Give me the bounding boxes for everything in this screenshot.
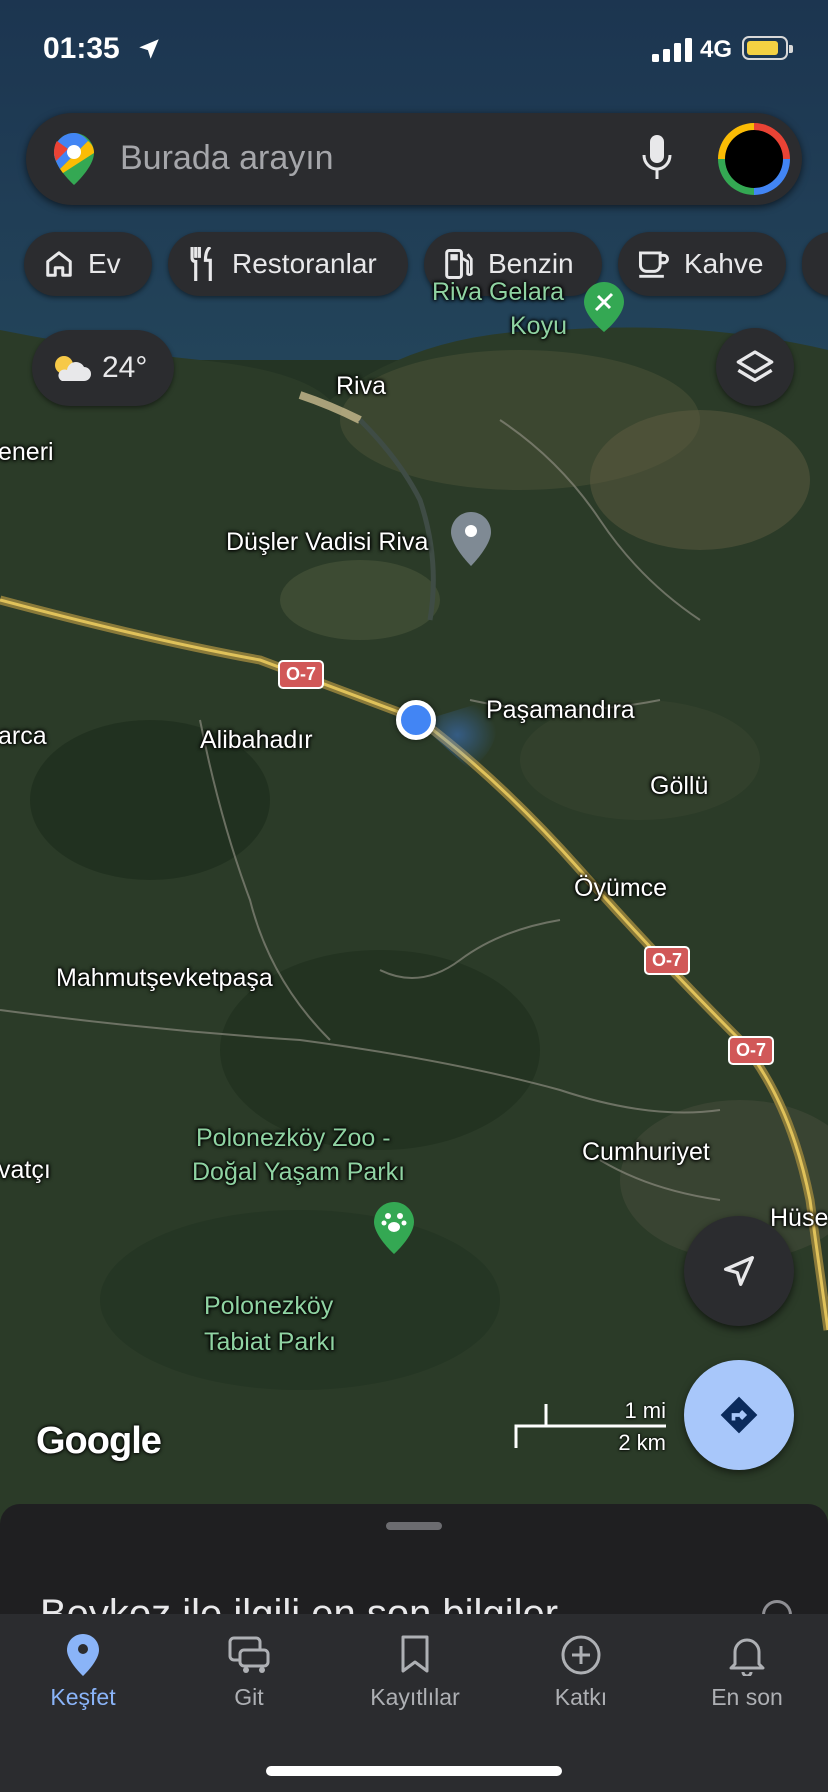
map-label-park[interactable]: Polonezköy: [204, 1292, 333, 1321]
chip-label: Ev: [88, 248, 121, 279]
tab-label: Kayıtlılar: [370, 1684, 460, 1710]
status-time: 01:35: [43, 32, 120, 65]
directions-icon: [720, 1396, 758, 1434]
sheet-drag-handle[interactable]: [386, 1522, 442, 1530]
battery-icon: [742, 36, 793, 60]
chip-label: Kahve: [684, 248, 764, 279]
zoo-pin-icon[interactable]: [374, 1202, 414, 1254]
home-indicator[interactable]: [266, 1766, 562, 1776]
tab-saved[interactable]: Kayıtlılar: [332, 1614, 498, 1724]
map-label-place[interactable]: Paşamandıra: [486, 696, 635, 725]
map-label-park[interactable]: Doğal Yaşam Parkı: [192, 1158, 405, 1187]
gas-station-icon: [445, 248, 473, 280]
road-shield: O-7: [644, 946, 691, 975]
my-location-button[interactable]: [684, 1216, 794, 1326]
chip-label: Restoranlar: [232, 248, 377, 279]
chip-home[interactable]: Ev: [24, 232, 152, 296]
map-label-place[interactable]: Alibahadır: [200, 726, 313, 755]
search-bar[interactable]: Burada arayın: [26, 113, 802, 205]
explore-pin-icon: [67, 1634, 99, 1676]
map-label-place[interactable]: arca: [0, 722, 47, 751]
chip-more[interactable]: [802, 232, 828, 296]
tab-label: Git: [234, 1684, 264, 1710]
weather-chip[interactable]: 24°: [32, 330, 174, 406]
car-icon: [228, 1636, 270, 1673]
map-label-place[interactable]: Göllü: [650, 772, 708, 801]
chip-label: Benzin: [488, 248, 574, 279]
tab-label: Katkı: [554, 1684, 608, 1710]
cellular-signal-icon: [652, 38, 692, 62]
google-watermark: Google: [36, 1420, 162, 1462]
bookmark-icon: [401, 1635, 429, 1673]
map-label-place[interactable]: eneri: [0, 438, 54, 467]
tab-updates[interactable]: En son: [664, 1614, 828, 1724]
road-shield: O-7: [278, 660, 325, 689]
map-label-place[interactable]: Mahmutşevketpaşa: [56, 964, 273, 993]
navigation-arrow-icon: [724, 1256, 754, 1286]
park-pin-icon[interactable]: [584, 282, 624, 332]
google-maps-logo-icon: [54, 133, 94, 185]
partly-cloudy-icon: [55, 356, 91, 381]
chip-restaurants[interactable]: Restoranlar: [168, 232, 408, 296]
tab-label: En son: [711, 1684, 783, 1710]
profile-avatar[interactable]: [718, 123, 790, 195]
map-label-place[interactable]: Koyu: [510, 312, 567, 341]
map-label-place[interactable]: Riva Gelara: [432, 278, 564, 307]
bottom-sheet[interactable]: Beykoz ile ilgili en son bilgiler: [0, 1504, 828, 1624]
coffee-icon: [638, 251, 669, 278]
directions-button[interactable]: [684, 1360, 794, 1470]
map-label-place[interactable]: Cumhuriyet: [582, 1138, 710, 1167]
chip-coffee[interactable]: Kahve: [618, 232, 786, 296]
tab-go[interactable]: Git: [166, 1614, 332, 1724]
plus-circle-icon: [561, 1635, 601, 1675]
tab-label: Keşfet: [50, 1684, 116, 1710]
category-chips: Ev Restoranlar Benzin Kahve: [0, 232, 828, 296]
weather-temperature: 24°: [102, 351, 148, 384]
tab-contribute[interactable]: Katkı: [498, 1614, 664, 1724]
location-arrow-icon: [139, 39, 159, 59]
map-label-place[interactable]: Hüse: [770, 1204, 828, 1233]
status-bar: 01:35 4G: [0, 0, 828, 100]
network-type: 4G: [700, 36, 733, 63]
place-pin-icon[interactable]: [451, 512, 491, 568]
map-label-park[interactable]: Polonezköy Zoo -: [196, 1124, 391, 1153]
tab-explore[interactable]: Keşfet: [0, 1614, 166, 1724]
user-location-dot[interactable]: [396, 700, 436, 740]
map-label-park[interactable]: Tabiat Parkı: [204, 1328, 336, 1357]
map-label-place[interactable]: vatçı: [0, 1156, 51, 1185]
search-placeholder[interactable]: Burada arayın: [120, 139, 334, 178]
map-label-place[interactable]: Düşler Vadisi Riva: [226, 528, 428, 557]
scale-bar-icon: [514, 1404, 666, 1448]
restaurant-icon: [190, 247, 212, 281]
microphone-icon[interactable]: [642, 135, 672, 181]
layers-icon: [736, 350, 774, 382]
layers-button[interactable]: [716, 328, 794, 406]
road-shield: O-7: [728, 1036, 775, 1065]
home-icon: [46, 251, 72, 277]
bell-icon: [729, 1638, 765, 1676]
map-label-place[interactable]: Öyümce: [574, 874, 667, 903]
map-scale: 1 mi 2 km: [514, 1398, 670, 1456]
map-label-place[interactable]: Riva: [336, 372, 386, 401]
